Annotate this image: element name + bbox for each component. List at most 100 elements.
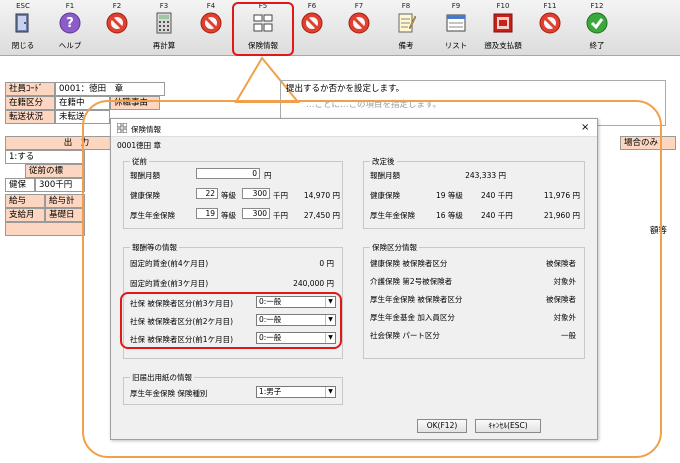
pension-type-value: 1:男子 bbox=[259, 387, 282, 396]
before-health-grade-input[interactable]: 22 bbox=[196, 188, 218, 199]
key-text: 遡及支払額 bbox=[484, 41, 522, 50]
before-pension-grade-input[interactable]: 19 bbox=[196, 208, 218, 219]
category-row-label: 厚生年金基金 加入員区分 bbox=[370, 313, 455, 322]
key-label: F9 bbox=[451, 2, 461, 10]
prohibited-icon bbox=[348, 12, 370, 34]
before-pension-amount-input[interactable]: 300 bbox=[242, 208, 270, 219]
after-pension-grade: 16 等級 bbox=[436, 211, 463, 220]
amount-unit: 千円 bbox=[273, 211, 288, 220]
pension-type-select[interactable]: 1:男子 ▼ bbox=[256, 386, 336, 398]
health-label: 健保 bbox=[5, 178, 35, 192]
before-group: 従前 報酬月額 0 円 健康保険 22 等級 300 千円 14,970 円 厚… bbox=[123, 156, 343, 229]
category-row-value: 対象外 bbox=[553, 313, 577, 322]
transfer-label: 転送状況 bbox=[5, 110, 55, 124]
f10-retro-pay-button[interactable]: F10 遡及支払額 bbox=[480, 0, 526, 56]
key-label: ESC bbox=[16, 2, 30, 10]
close-icon[interactable]: × bbox=[581, 122, 589, 133]
fixed4-value: 0 円 bbox=[319, 259, 334, 268]
fixed4-label: 固定的賃金(前4ケ月目) bbox=[130, 259, 209, 268]
key-label: F1 bbox=[65, 2, 75, 10]
key-text: リスト bbox=[444, 41, 468, 50]
grade-unit: 等級 bbox=[221, 191, 236, 200]
category-row-label: 社会保険 パート区分 bbox=[370, 331, 440, 340]
after-health-grade: 19 等級 bbox=[436, 191, 463, 200]
prohibited-icon bbox=[301, 12, 323, 34]
calculator-icon bbox=[156, 12, 172, 34]
salary-info-title: 報酬等の情報 bbox=[130, 242, 179, 253]
before-pension-yen: 27,450 円 bbox=[303, 211, 340, 220]
before-pension-label: 厚生年金保険 bbox=[130, 211, 175, 220]
category-highlight-frame bbox=[120, 292, 342, 349]
after-group: 改定後 報酬月額 243,333 円 健康保険 19 等級 240 千円 11,… bbox=[363, 156, 585, 229]
f3-recalc-button[interactable]: F3 再計算 bbox=[141, 0, 187, 56]
key-text: 再計算 bbox=[152, 41, 176, 50]
base-label: 基礎日 bbox=[45, 208, 85, 222]
ok-button[interactable]: OK(F12) bbox=[417, 419, 467, 433]
f11-disabled-button[interactable]: F11 bbox=[527, 0, 573, 56]
category-row-value: 被保険者 bbox=[546, 259, 576, 268]
prohibited-icon bbox=[539, 12, 561, 34]
f8-memo-button[interactable]: F8 備考 bbox=[383, 0, 429, 56]
help-icon: ? bbox=[59, 12, 81, 34]
dialog-app-icon bbox=[117, 123, 127, 133]
f6-disabled-button[interactable]: F6 bbox=[289, 0, 335, 56]
retro-pay-icon bbox=[493, 13, 513, 33]
after-health-amount: 240 千円 bbox=[481, 191, 513, 200]
employee-code-label: 社員ｺｰﾄﾞ bbox=[5, 82, 55, 96]
key-text: 備考 bbox=[398, 41, 414, 50]
f9-list-button[interactable]: F9 リスト bbox=[433, 0, 479, 56]
output-select[interactable]: 1:する bbox=[5, 150, 85, 164]
paycalc-label: 給与計 bbox=[45, 194, 85, 208]
category-row-label: 厚生年金保険 被保険者区分 bbox=[370, 295, 463, 304]
f12-finish-button[interactable]: F12 終了 bbox=[574, 0, 620, 56]
f2-disabled-button[interactable]: F2 bbox=[94, 0, 140, 56]
key-label: F7 bbox=[354, 2, 364, 10]
f4-disabled-button[interactable]: F4 bbox=[188, 0, 234, 56]
list-icon bbox=[446, 14, 466, 32]
memo-icon bbox=[398, 13, 417, 33]
before-group-title: 従前 bbox=[130, 156, 149, 167]
chevron-down-icon[interactable]: ▼ bbox=[325, 387, 335, 397]
after-salary-label: 報酬月額 bbox=[370, 171, 400, 180]
category-row-label: 健康保険 被保険者区分 bbox=[370, 259, 448, 268]
key-text: 終了 bbox=[589, 41, 605, 50]
cancel-button[interactable]: ｷｬﾝｾﾙ(ESC) bbox=[475, 419, 541, 433]
prev-label: 従前の標 bbox=[25, 164, 85, 178]
after-group-title: 改定後 bbox=[370, 156, 397, 167]
key-label: F2 bbox=[112, 2, 122, 10]
category-row-value: 一般 bbox=[561, 331, 576, 340]
employee-code-value[interactable]: 0001：徳田 章 bbox=[55, 82, 165, 96]
door-icon bbox=[15, 13, 29, 33]
category-row-label: 介護保険 第2号被保険者 bbox=[370, 277, 453, 286]
before-health-amount-input[interactable]: 300 bbox=[242, 188, 270, 199]
f7-disabled-button[interactable]: F7 bbox=[336, 0, 382, 56]
bg-row-fill bbox=[5, 222, 85, 236]
before-salary-label: 報酬月額 bbox=[130, 171, 160, 180]
function-key-toolbar: ESC 閉じる F1 ? ヘルプ F2 F3 再計算 F4 F5 保険情報 F6… bbox=[0, 0, 680, 56]
before-salary-input[interactable]: 0 bbox=[196, 168, 260, 179]
key-label: F6 bbox=[307, 2, 317, 10]
f1-help-button[interactable]: F1 ? ヘルプ bbox=[47, 0, 93, 56]
check-icon bbox=[586, 12, 608, 34]
insurance-category-group: 保険区分情報 健康保険 被保険者区分 被保険者 介護保険 第2号被保険者 対象外… bbox=[363, 242, 585, 359]
pension-type-label: 厚生年金保険 保険種別 bbox=[130, 389, 208, 398]
dialog-employee: 0001徳田 章 bbox=[117, 141, 161, 150]
fixed3-label: 固定的賃金(前3ケ月目) bbox=[130, 279, 209, 288]
health-value: 300千円 bbox=[35, 178, 85, 192]
before-health-yen: 14,970 円 bbox=[303, 191, 340, 200]
prohibited-icon bbox=[106, 12, 128, 34]
amount-unit: 千円 bbox=[273, 191, 288, 200]
key-label: F10 bbox=[496, 2, 510, 10]
insurance-category-title: 保険区分情報 bbox=[370, 242, 419, 253]
svg-text:?: ? bbox=[66, 16, 74, 31]
yen-unit: 円 bbox=[264, 171, 272, 180]
paymonth-label: 支給月 bbox=[5, 208, 45, 222]
key-label: F8 bbox=[401, 2, 411, 10]
esc-close-button[interactable]: ESC 閉じる bbox=[0, 0, 46, 56]
after-health-yen: 11,976 円 bbox=[543, 191, 580, 200]
pay-label: 給与 bbox=[5, 194, 45, 208]
key-text: ヘルプ bbox=[58, 41, 82, 50]
key-label: F4 bbox=[206, 2, 216, 10]
prohibited-icon bbox=[200, 12, 222, 34]
fixed3-value: 240,000 円 bbox=[293, 279, 334, 288]
